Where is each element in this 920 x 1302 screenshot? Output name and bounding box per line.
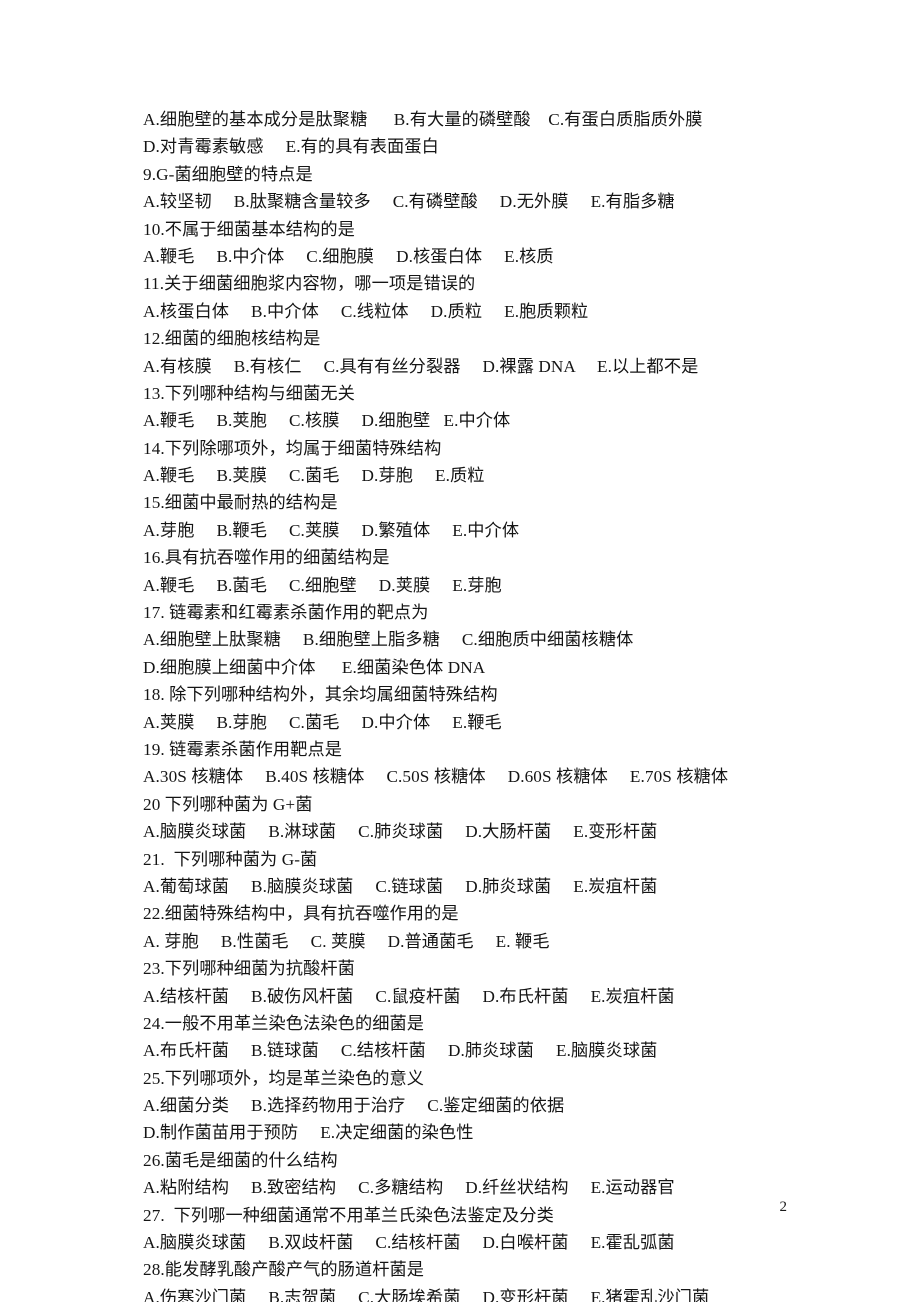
text-line: 27. 下列哪一种细菌通常不用革兰氏染色法鉴定及分类: [143, 1205, 554, 1225]
text-line: 25.下列哪项外，均是革兰染色的意义: [143, 1068, 425, 1088]
text-line: A.核蛋白体 B.中介体 C.线粒体 D.质粒 E.胞质颗粒: [143, 301, 589, 321]
text-line: 15.细菌中最耐热的结构是: [143, 493, 338, 513]
text-line: D.制作菌苗用于预防 E.决定细菌的染色性: [143, 1123, 474, 1143]
text-line: 17. 链霉素和红霉素杀菌作用的靶点为: [143, 603, 429, 623]
exam-question-list: A.细胞壁的基本成分是肽聚糖 B.有大量的磷壁酸 C.有蛋白质脂质外膜 D.对青霉…: [143, 106, 783, 1302]
text-line: 23.下列哪种细菌为抗酸杆菌: [143, 959, 355, 979]
page-number: 2: [779, 1199, 788, 1215]
text-line: 16.具有抗吞噬作用的细菌结构是: [143, 548, 390, 568]
text-line: A.芽胞 B.鞭毛 C.荚膜 D.繁殖体 E.中介体: [143, 520, 520, 540]
text-line: A.鞭毛 B.菌毛 C.细胞壁 D.荚膜 E.芽胞: [143, 575, 502, 595]
text-line: A.细胞壁上肽聚糖 B.细胞壁上脂多糖 C.细胞质中细菌核糖体: [143, 630, 634, 650]
text-line: A.细菌分类 B.选择药物用于治疗 C.鉴定细菌的依据: [143, 1096, 565, 1116]
text-line: A.布氏杆菌 B.链球菌 C.结核杆菌 D.肺炎球菌 E.脑膜炎球菌: [143, 1041, 658, 1061]
text-line: D.对青霉素敏感 E.有的具有表面蛋白: [143, 137, 439, 157]
text-line: A.较坚韧 B.肽聚糖含量较多 C.有磷壁酸 D.无外膜 E.有脂多糖: [143, 192, 675, 212]
text-line: A.脑膜炎球菌 B.双歧杆菌 C.结核杆菌 D.白喉杆菌 E.霍乱弧菌: [143, 1233, 675, 1253]
text-line: 12.细菌的细胞核结构是: [143, 329, 321, 349]
text-line: 11.关于细菌细胞浆内容物，哪一项是错误的: [143, 274, 476, 294]
text-line: 14.下列除哪项外，均属于细菌特殊结构: [143, 438, 442, 458]
text-line: A.伤寒沙门菌 B.志贺菌 C.大肠埃希菌 D.变形杆菌 E.猪霍乱沙门菌: [143, 1287, 710, 1302]
text-line: 24.一般不用革兰染色法染色的细菌是: [143, 1013, 425, 1033]
text-line: 22.细菌特殊结构中，具有抗吞噬作用的是: [143, 904, 459, 924]
text-line: 19. 链霉素杀菌作用靶点是: [143, 739, 343, 759]
text-line: 20 下列哪种菌为 G+菌: [143, 794, 313, 814]
text-line: A.荚膜 B.芽胞 C.菌毛 D.中介体 E.鞭毛: [143, 712, 502, 732]
text-line: A.粘附结构 B.致密结构 C.多糖结构 D.纤丝状结构 E.运动器官: [143, 1178, 675, 1198]
text-line: A.脑膜炎球菌 B.淋球菌 C.肺炎球菌 D.大肠杆菌 E.变形杆菌: [143, 822, 658, 842]
text-line: 13.下列哪种结构与细菌无关: [143, 383, 355, 403]
text-line: 26.菌毛是细菌的什么结构: [143, 1150, 338, 1170]
text-line: 18. 除下列哪种结构外，其余均属细菌特殊结构: [143, 685, 498, 705]
text-line: A.鞭毛 B.中介体 C.细胞膜 D.核蛋白体 E.核质: [143, 246, 554, 266]
text-line: 21. 下列哪种菌为 G-菌: [143, 849, 318, 869]
text-line: A.葡萄球菌 B.脑膜炎球菌 C.链球菌 D.肺炎球菌 E.炭疽杆菌: [143, 876, 658, 896]
text-line: 9.G-菌细胞壁的特点是: [143, 164, 313, 184]
text-line: A.30S 核糖体 B.40S 核糖体 C.50S 核糖体 D.60S 核糖体 …: [143, 767, 729, 787]
text-line: A.鞭毛 B.荚膜 C.菌毛 D.芽胞 E.质粒: [143, 466, 485, 486]
text-line: 10.不属于细菌基本结构的是: [143, 219, 355, 239]
document-page: A.细胞壁的基本成分是肽聚糖 B.有大量的磷壁酸 C.有蛋白质脂质外膜 D.对青霉…: [0, 0, 920, 1302]
text-line: A.细胞壁的基本成分是肽聚糖 B.有大量的磷壁酸 C.有蛋白质脂质外膜: [143, 110, 703, 129]
text-line: A.有核膜 B.有核仁 C.具有有丝分裂器 D.裸露 DNA E.以上都不是: [143, 356, 699, 376]
text-line: A. 芽胞 B.性菌毛 C. 荚膜 D.普通菌毛 E. 鞭毛: [143, 931, 550, 951]
text-line: A.结核杆菌 B.破伤风杆菌 C.鼠疫杆菌 D.布氏杆菌 E.炭疽杆菌: [143, 986, 675, 1006]
text-line: 28.能发酵乳酸产酸产气的肠道杆菌是: [143, 1260, 425, 1280]
text-line: A.鞭毛 B.荚胞 C.核膜 D.细胞壁 E.中介体: [143, 411, 511, 431]
text-line: D.细胞膜上细菌中介体 E.细菌染色体 DNA: [143, 657, 486, 677]
